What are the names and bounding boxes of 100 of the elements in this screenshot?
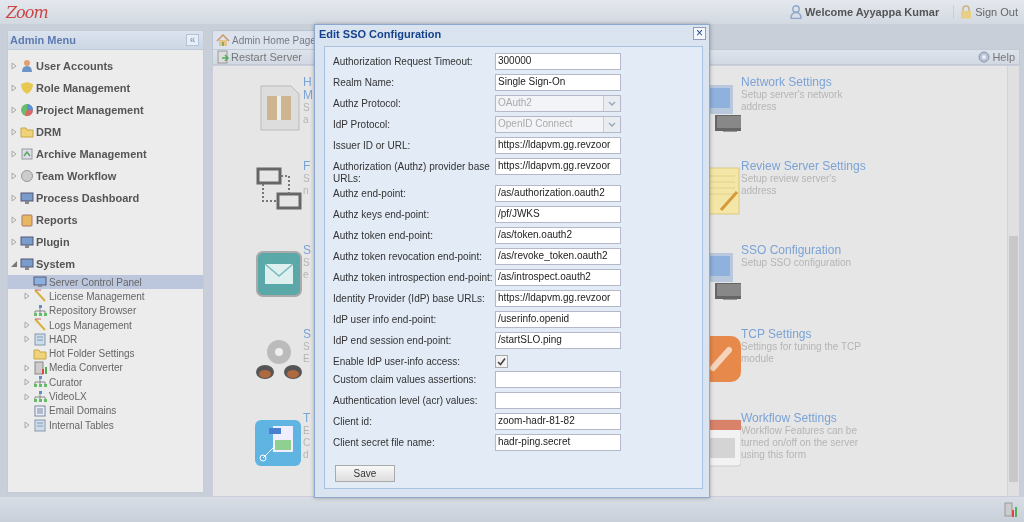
field-label: Authz end-point: bbox=[333, 187, 407, 200]
menu-item-icon bbox=[33, 403, 47, 418]
scrollbar[interactable] bbox=[1007, 66, 1019, 496]
field-label: Authz keys end-point: bbox=[333, 208, 431, 221]
lock-icon bbox=[960, 5, 973, 19]
user-icon bbox=[790, 5, 803, 19]
menu-item-icon bbox=[33, 332, 47, 347]
save-button[interactable]: Save bbox=[335, 465, 395, 482]
tree-item[interactable]: Project Management bbox=[8, 99, 203, 121]
input-field[interactable]: hadr-ping.secret bbox=[495, 434, 621, 451]
menu-item-icon bbox=[33, 346, 47, 361]
tree-item[interactable]: Hot Folder Settings bbox=[8, 346, 203, 361]
tree-item[interactable]: HADR bbox=[8, 332, 203, 347]
tree-item[interactable]: License Management bbox=[8, 289, 203, 304]
menu-item-icon bbox=[20, 169, 34, 183]
tree-item[interactable]: Team Workflow bbox=[8, 165, 203, 187]
expand-arrow-icon[interactable] bbox=[23, 421, 31, 430]
input-field[interactable]: /as/revoke_token.oauth2 bbox=[495, 248, 621, 265]
envelope-icon bbox=[253, 250, 303, 300]
input-field[interactable]: https://ldapvm.gg.revzoor bbox=[495, 290, 621, 307]
home-icon bbox=[216, 33, 230, 47]
collapse-button[interactable]: « bbox=[186, 34, 199, 46]
tree-item[interactable]: User Accounts bbox=[8, 55, 203, 77]
tree-item[interactable]: Server Control Panel bbox=[8, 275, 203, 290]
logo: Zoom bbox=[6, 2, 48, 22]
input-field[interactable]: /userinfo.openid bbox=[495, 311, 621, 328]
expand-arrow-icon[interactable] bbox=[23, 335, 31, 344]
expand-arrow-icon[interactable] bbox=[10, 194, 18, 202]
input-field[interactable]: https://ldapvm.gg.revzoor bbox=[495, 158, 621, 175]
expand-arrow-icon[interactable] bbox=[10, 128, 18, 136]
tree-item[interactable]: System bbox=[8, 253, 203, 275]
close-button[interactable]: × bbox=[693, 27, 706, 40]
menu-item-icon bbox=[33, 360, 47, 375]
tree-item[interactable]: Media Converter bbox=[8, 360, 203, 376]
field-label: IdP Protocol: bbox=[333, 118, 392, 131]
input-field[interactable]: /startSLO.ping bbox=[495, 332, 621, 349]
menu-item-icon bbox=[20, 235, 34, 249]
tree-item[interactable]: Reports bbox=[8, 209, 203, 231]
menu-item-icon bbox=[20, 191, 34, 205]
input-field[interactable]: 300000 bbox=[495, 53, 621, 70]
expand-arrow-icon[interactable] bbox=[10, 84, 18, 92]
menu-item-icon bbox=[33, 318, 47, 333]
menu-item-icon bbox=[20, 257, 34, 271]
field-label: Issuer ID or URL: bbox=[333, 139, 412, 152]
tree-item[interactable]: DRM bbox=[8, 121, 203, 143]
input-field[interactable]: Single Sign-On bbox=[495, 74, 621, 91]
sidebar-title: Admin Menu bbox=[10, 34, 77, 46]
menu-item-icon bbox=[20, 213, 34, 227]
input-field[interactable]: https://ldapvm.gg.revzoor bbox=[495, 137, 621, 154]
tree-item[interactable]: Curator bbox=[8, 375, 203, 390]
welcome-text: Welcome Ayyappa Kumar bbox=[805, 6, 940, 18]
expand-arrow-icon[interactable] bbox=[10, 172, 18, 180]
input-field[interactable]: /pf/JWKS bbox=[495, 206, 621, 223]
field-label: Authz token introspection end-point: bbox=[333, 271, 494, 284]
menu-item-icon bbox=[20, 81, 34, 95]
field-label: IdP user info end-point: bbox=[333, 313, 438, 326]
expand-arrow-icon[interactable] bbox=[10, 150, 18, 158]
tree-item[interactable]: Role Management bbox=[8, 77, 203, 99]
tree-item[interactable]: Logs Management bbox=[8, 317, 203, 333]
field-label: Authz token revocation end-point: bbox=[333, 250, 483, 263]
tree-item[interactable]: Process Dashboard bbox=[8, 187, 203, 209]
expand-arrow-icon[interactable] bbox=[10, 216, 18, 224]
expand-arrow-icon[interactable] bbox=[10, 238, 18, 246]
expand-arrow-icon[interactable] bbox=[23, 392, 31, 401]
input-field[interactable] bbox=[495, 371, 621, 388]
tree-item[interactable]: Internal Tables bbox=[8, 417, 203, 433]
menu-item-icon bbox=[33, 389, 47, 404]
menu-item-icon bbox=[20, 125, 34, 139]
input-field[interactable]: /as/token.oauth2 bbox=[495, 227, 621, 244]
menu-item-icon bbox=[33, 289, 47, 304]
input-field[interactable]: zoom-hadr-81-82 bbox=[495, 413, 621, 430]
input-field[interactable] bbox=[495, 392, 621, 409]
input-field[interactable]: /as/authorization.oauth2 bbox=[495, 185, 621, 202]
expand-arrow-icon[interactable] bbox=[23, 378, 31, 387]
help-button[interactable]: Help bbox=[978, 51, 1015, 63]
expand-arrow-icon[interactable] bbox=[23, 292, 31, 301]
tree-item[interactable]: Archive Management bbox=[8, 143, 203, 165]
tree-item[interactable]: Repository Browser bbox=[8, 303, 203, 318]
field-label: Realm Name: bbox=[333, 76, 396, 89]
restart-server-button[interactable]: Restart Server bbox=[217, 50, 302, 64]
menu-item-icon bbox=[33, 275, 47, 290]
expand-arrow-icon[interactable] bbox=[10, 62, 18, 70]
collapse-arrow-icon[interactable] bbox=[10, 260, 18, 268]
field-label: Enable IdP user-info access: bbox=[333, 355, 462, 368]
input-field[interactable]: /as/introspect.oauth2 bbox=[495, 269, 621, 286]
sign-out-link[interactable]: Sign Out bbox=[953, 5, 1018, 19]
menu-item-icon bbox=[33, 375, 47, 390]
field-label: Authorization (Authz) provider base URLs: bbox=[333, 160, 491, 185]
field-label: Authorization Request Timeout: bbox=[333, 55, 474, 68]
tree-item[interactable]: Email Domains bbox=[8, 403, 203, 418]
field-label: Client secret file name: bbox=[333, 436, 436, 449]
checkbox[interactable] bbox=[495, 355, 508, 368]
tree-item[interactable]: Plugin bbox=[8, 231, 203, 253]
field-label: Authentication level (acr) values: bbox=[333, 394, 479, 407]
field-label: Custom claim values assertions: bbox=[333, 373, 478, 386]
field-label: Authz Protocol: bbox=[333, 97, 402, 110]
expand-arrow-icon[interactable] bbox=[23, 363, 31, 372]
expand-arrow-icon[interactable] bbox=[10, 106, 18, 114]
expand-arrow-icon[interactable] bbox=[23, 321, 31, 330]
tree-item[interactable]: VideoLX bbox=[8, 389, 203, 404]
